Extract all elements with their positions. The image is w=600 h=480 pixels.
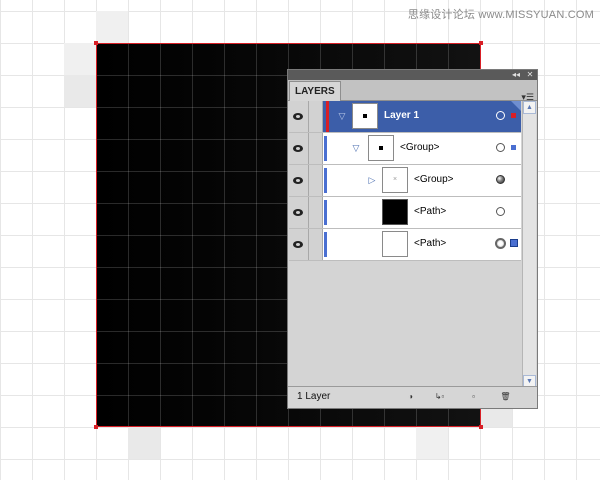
vertical-scrollbar[interactable]: ▲ ▼ xyxy=(522,101,536,388)
eye-icon xyxy=(293,209,303,216)
layer-name[interactable]: <Path> xyxy=(414,206,446,218)
layer-color-bar xyxy=(324,232,327,257)
watermark-text: 思缘设计论坛 www.MISSYUAN.COM xyxy=(407,9,594,21)
layer-row-group[interactable]: ▽ <Group> xyxy=(289,133,521,165)
target-circle-icon[interactable] xyxy=(496,175,505,184)
grid-tile xyxy=(64,43,96,75)
target-circle-icon[interactable] xyxy=(496,111,505,120)
visibility-toggle[interactable] xyxy=(289,133,309,164)
eye-icon xyxy=(293,113,303,120)
lock-toggle[interactable] xyxy=(309,229,323,260)
eye-icon xyxy=(293,145,303,152)
target-circle-icon[interactable] xyxy=(496,207,505,216)
eye-icon xyxy=(293,177,303,184)
layer-thumbnail xyxy=(382,199,408,225)
current-layer-indicator xyxy=(511,101,521,111)
layer-row-path[interactable]: <Path> xyxy=(289,197,521,229)
layer-row-layer-1[interactable]: ▽ Layer 1 xyxy=(289,101,521,133)
grid-tile xyxy=(416,427,448,459)
panel-titlebar[interactable]: ◂◂ ✕ xyxy=(288,70,537,80)
anchor-point-bottom-right[interactable] xyxy=(479,425,483,429)
layer-color-bar xyxy=(324,136,327,161)
layer-name[interactable]: <Group> xyxy=(414,174,453,186)
lock-toggle[interactable] xyxy=(309,165,323,196)
selection-indicator[interactable] xyxy=(511,113,516,118)
make-clipping-mask-icon[interactable]: ◑ xyxy=(405,392,416,402)
grid-tile xyxy=(96,11,128,43)
layers-list: ▽ Layer 1 ▽ <Group> ▷ × <Group> <Path> <… xyxy=(289,101,521,261)
selection-indicator[interactable] xyxy=(510,239,518,247)
collapse-icon[interactable]: ◂◂ xyxy=(510,70,522,80)
visibility-toggle[interactable] xyxy=(289,101,309,132)
create-sublayer-icon[interactable]: ↳▫ xyxy=(434,392,445,402)
scroll-up-icon[interactable]: ▲ xyxy=(523,101,536,114)
layer-count: 1 Layer xyxy=(297,391,331,402)
lock-toggle[interactable] xyxy=(309,101,323,132)
layer-thumbnail xyxy=(352,103,378,129)
anchor-point-bottom-left[interactable] xyxy=(94,425,98,429)
layer-name[interactable]: Layer 1 xyxy=(384,110,419,122)
layer-name[interactable]: <Path> xyxy=(414,238,446,250)
layer-thumbnail xyxy=(368,135,394,161)
visibility-toggle[interactable] xyxy=(289,197,309,228)
layer-name[interactable]: <Group> xyxy=(400,142,439,154)
expand-triangle-icon[interactable]: ▽ xyxy=(337,111,347,121)
collapse-triangle-icon[interactable]: ▷ xyxy=(367,175,377,185)
close-icon[interactable]: ✕ xyxy=(524,70,536,80)
expand-triangle-icon[interactable]: ▽ xyxy=(351,143,361,153)
layer-color-bar xyxy=(324,168,327,193)
thumbnail-x-mark: × xyxy=(392,176,398,183)
lock-toggle[interactable] xyxy=(309,197,323,228)
anchor-point-top-left[interactable] xyxy=(94,41,98,45)
layer-row-path[interactable]: <Path> xyxy=(289,229,521,261)
create-layer-icon[interactable]: ▫ xyxy=(468,392,479,402)
visibility-toggle[interactable] xyxy=(289,229,309,260)
anchor-point-top-right[interactable] xyxy=(479,41,483,45)
layer-thumbnail xyxy=(382,231,408,257)
lock-toggle[interactable] xyxy=(309,133,323,164)
layer-row-group[interactable]: ▷ × <Group> xyxy=(289,165,521,197)
canvas-workspace: 思缘设计论坛 www.MISSYUAN.COM ◂◂ ✕ LAYERS ▾☰ ▽… xyxy=(0,0,600,480)
tab-layers[interactable]: LAYERS xyxy=(289,81,341,101)
thumbnail-dot xyxy=(379,146,383,150)
panel-tabbar: LAYERS ▾☰ xyxy=(288,80,537,102)
trash-icon[interactable]: 🗑 xyxy=(500,392,511,402)
eye-icon xyxy=(293,241,303,248)
grid-tile xyxy=(128,427,160,459)
grid-tile xyxy=(64,75,96,107)
target-circle-icon[interactable] xyxy=(495,238,506,249)
layer-color-bar xyxy=(324,200,327,225)
layer-thumbnail: × xyxy=(382,167,408,193)
panel-footer: 1 Layer ◑ ↳▫ ▫ 🗑 xyxy=(288,386,537,408)
layers-panel: ◂◂ ✕ LAYERS ▾☰ ▽ Layer 1 ▽ <Group> ▷ × <… xyxy=(287,69,538,409)
visibility-toggle[interactable] xyxy=(289,165,309,196)
layer-color-bar xyxy=(326,101,329,132)
thumbnail-dot xyxy=(363,114,367,118)
selection-indicator[interactable] xyxy=(511,145,516,150)
target-circle-icon[interactable] xyxy=(496,143,505,152)
